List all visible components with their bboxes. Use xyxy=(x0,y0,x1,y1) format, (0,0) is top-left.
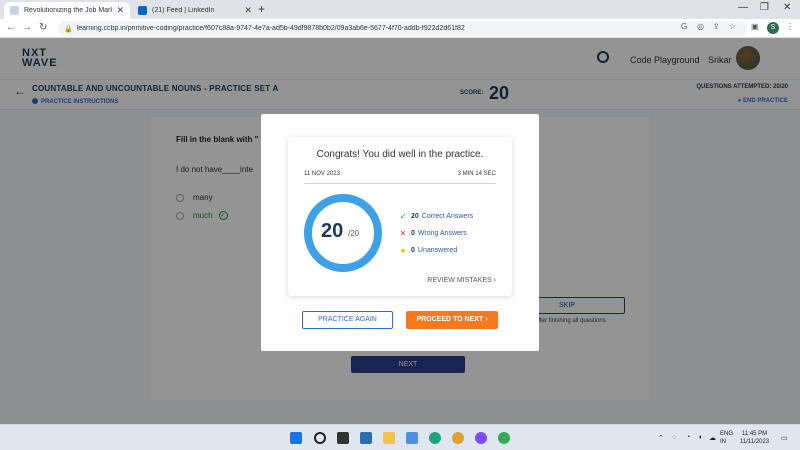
notification-icon[interactable]: ▭ xyxy=(781,434,788,442)
task-view-icon[interactable] xyxy=(337,432,349,444)
stat-count: 0 xyxy=(411,230,415,237)
proceed-label: PROCEED TO NEXT xyxy=(416,316,484,323)
reload-icon[interactable]: ↻ xyxy=(39,22,47,33)
tab-title: (21) Feed | LinkedIn xyxy=(152,7,215,14)
lens-icon[interactable]: ◎ xyxy=(697,22,704,31)
review-mistakes-link[interactable]: REVIEW MISTAKES › xyxy=(427,277,496,284)
close-tab-icon[interactable]: ✕ xyxy=(116,5,124,16)
practice-again-button[interactable]: PRACTICE AGAIN xyxy=(302,311,393,329)
browser-tab-job-market[interactable]: Revolutionizing the Job Market ✕ xyxy=(4,2,130,19)
side-panel-icon[interactable]: ▣ xyxy=(751,22,759,31)
review-label: REVIEW MISTAKES xyxy=(427,277,492,284)
linkedin-favicon-icon xyxy=(138,6,147,15)
back-icon[interactable]: ← xyxy=(6,22,16,33)
dot-icon: ● xyxy=(400,246,406,255)
check-icon: ✓ xyxy=(399,212,407,221)
app-icon[interactable] xyxy=(475,432,487,444)
chrome-icon[interactable] xyxy=(452,432,464,444)
wifi-icon[interactable]: ◔ xyxy=(686,434,690,441)
stat-label: Wrong Answers xyxy=(417,230,467,237)
result-card: Congrats! You did well in the practice. … xyxy=(288,137,512,296)
divider xyxy=(304,183,496,184)
url-field[interactable]: 🔒 learning.ccbp.in/primitive-coding/prac… xyxy=(58,21,748,36)
tray-chevron-icon[interactable]: ⌃ xyxy=(658,434,664,442)
chevron-right-icon: › xyxy=(493,277,496,284)
clock-date: 11/11/2023 xyxy=(740,439,770,445)
system-clock[interactable]: 11:45 PM 11/11/2023 xyxy=(740,430,769,446)
lang-line-1: ENG xyxy=(720,431,734,437)
score-number: 20 xyxy=(321,220,344,242)
store-icon[interactable] xyxy=(406,432,418,444)
network-icon[interactable]: ◌ xyxy=(672,434,676,441)
url-text: learning.ccbp.in/primitive-coding/practi… xyxy=(76,25,465,32)
stat-wrong: ✕ 0 Wrong Answers xyxy=(398,229,467,238)
address-bar-row: ← → ↻ 🔒 learning.ccbp.in/primitive-codin… xyxy=(0,19,800,38)
lock-icon: 🔒 xyxy=(64,25,73,33)
practice-duration: 3 MIN 14 SEC xyxy=(457,171,496,177)
browser-tab-strip: Revolutionizing the Job Market ✕ (21) Fe… xyxy=(0,0,800,19)
minimize-icon[interactable]: — xyxy=(738,2,748,13)
menu-dots-icon[interactable]: ⋮ xyxy=(786,22,794,31)
bookmark-star-icon[interactable]: ☆ xyxy=(729,22,736,31)
close-tab-icon[interactable]: ✕ xyxy=(244,5,252,16)
stat-count: 20 xyxy=(411,213,419,220)
stat-correct: ✓ 20 Correct Answers xyxy=(398,212,474,221)
practice-date: 11 NOV 2023 xyxy=(304,171,340,177)
volume-icon[interactable]: ◖ xyxy=(698,434,702,441)
chevron-right-icon: › xyxy=(485,316,488,323)
chrome-profile-icon[interactable] xyxy=(498,432,510,444)
profile-avatar[interactable]: S xyxy=(767,22,779,34)
restore-icon[interactable]: ❐ xyxy=(760,2,769,13)
cross-icon: ✕ xyxy=(399,229,407,238)
forward-icon[interactable]: → xyxy=(22,22,32,33)
congrats-message: Congrats! You did well in the practice. xyxy=(316,149,484,160)
stat-label: Unanswered xyxy=(417,247,458,254)
stat-unanswered: ● 0 Unanswered xyxy=(398,246,458,255)
search-icon[interactable] xyxy=(314,432,326,444)
windows-start-icon[interactable] xyxy=(290,432,302,444)
score-total: /20 xyxy=(348,229,360,238)
google-icon[interactable]: G xyxy=(681,22,687,31)
close-window-icon[interactable]: ✕ xyxy=(783,2,791,13)
share-icon[interactable]: ⇪ xyxy=(713,22,720,31)
proceed-to-next-button[interactable]: PROCEED TO NEXT › xyxy=(406,311,498,329)
browser-tab-linkedin[interactable]: (21) Feed | LinkedIn ✕ xyxy=(132,2,258,19)
stat-label: Correct Answers xyxy=(421,213,474,220)
widgets-icon[interactable] xyxy=(360,432,372,444)
new-tab-icon[interactable]: + xyxy=(258,2,265,16)
file-explorer-icon[interactable] xyxy=(383,432,395,444)
site-favicon-icon xyxy=(10,6,19,15)
result-modal: Congrats! You did well in the practice. … xyxy=(261,114,539,351)
lang-line-2: IN xyxy=(720,439,726,445)
tab-title: Revolutionizing the Job Market xyxy=(24,7,113,14)
clock-time: 11:45 PM xyxy=(741,431,768,437)
stat-count: 0 xyxy=(411,247,415,254)
edge-icon[interactable] xyxy=(429,432,441,444)
language-indicator[interactable]: ENG IN xyxy=(720,430,733,446)
windows-taskbar: ⌃ ◌ ◔ ◖ ☁ ENG IN 11:45 PM 11/11/2023 ▭ xyxy=(0,424,800,450)
cloud-icon[interactable]: ☁ xyxy=(709,434,716,442)
